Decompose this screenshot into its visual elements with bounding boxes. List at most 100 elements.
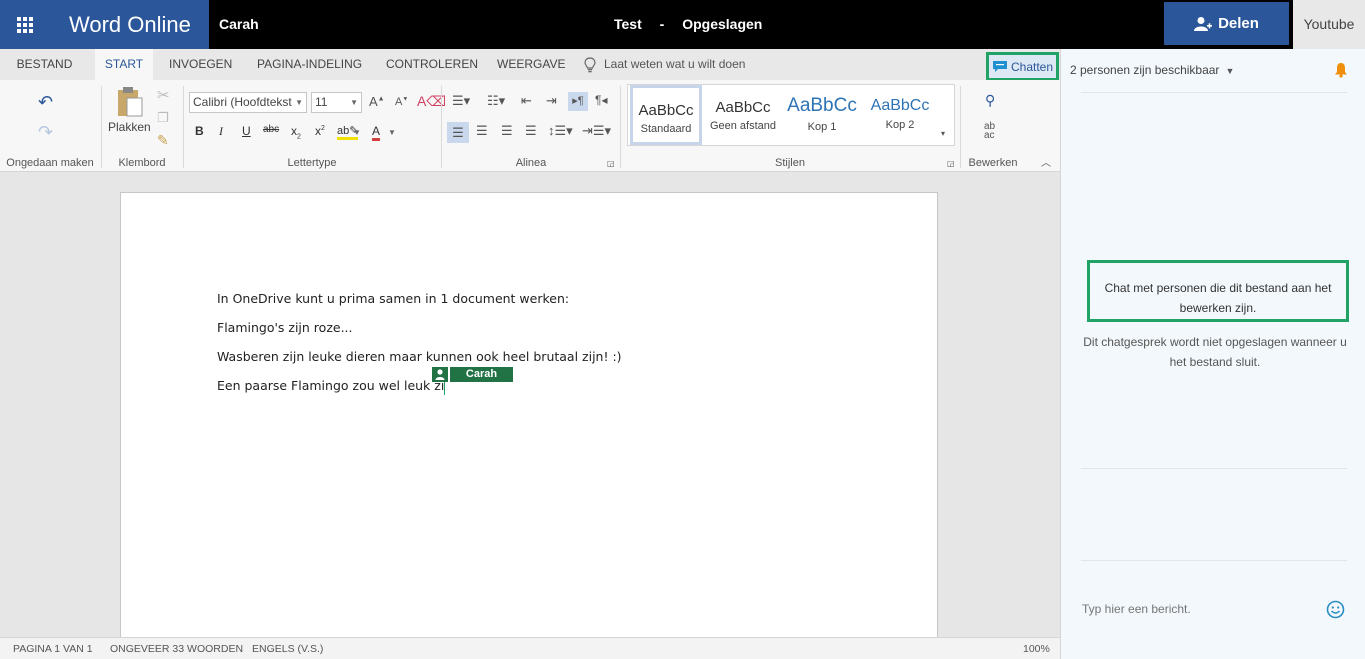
copy-icon[interactable]: ❐: [157, 110, 169, 126]
line-spacing-icon[interactable]: ↕☰▾: [548, 123, 573, 139]
grow-font-icon[interactable]: A▲: [369, 94, 385, 109]
style-kop-1[interactable]: AaBbCc Kop 1: [784, 85, 860, 145]
paragraph[interactable]: In OneDrive kunt u prima samen in 1 docu…: [217, 291, 569, 306]
redo-icon[interactable]: ↷: [38, 122, 53, 143]
font-color-icon[interactable]: A: [372, 124, 381, 141]
font-name-dropdown[interactable]: Calibri (Hoofdtekst ▼: [189, 92, 307, 113]
strikethrough-icon[interactable]: abc: [263, 124, 279, 135]
italic-icon[interactable]: I: [219, 124, 223, 139]
chat-message-input[interactable]: [1082, 602, 1302, 616]
app-launcher-button[interactable]: [0, 0, 49, 49]
ribbon-tabs: BESTAND START INVOEGEN PAGINA-INDELING C…: [0, 49, 1060, 80]
paragraph[interactable]: Flamingo's zijn roze...: [217, 320, 353, 335]
chevron-down-icon: ▼: [348, 93, 358, 112]
chat-divider: [1081, 468, 1347, 469]
underline-icon[interactable]: U: [242, 124, 251, 138]
justify-icon[interactable]: ☰: [525, 123, 537, 139]
ribbon-separator: [101, 86, 102, 168]
tell-me-search[interactable]: Laat weten wat u wilt doen: [584, 49, 745, 80]
document-page[interactable]: In OneDrive kunt u prima samen in 1 docu…: [120, 192, 938, 652]
tab-controleren[interactable]: CONTROLEREN: [386, 49, 478, 80]
dialog-launcher-icon[interactable]: ◲: [947, 159, 955, 168]
tell-me-label: Laat weten wat u wilt doen: [604, 57, 746, 71]
cut-icon[interactable]: ✂: [157, 86, 170, 104]
superscript-icon[interactable]: x2: [315, 124, 325, 138]
paragraph-current[interactable]: Een paarse Flamingo zou wel leuk zi: [217, 378, 446, 395]
bell-icon[interactable]: [1334, 62, 1348, 78]
style-geen-afstand[interactable]: AaBbCc Geen afstand: [706, 85, 780, 145]
increase-indent-icon[interactable]: ⇥: [546, 93, 557, 109]
document-name[interactable]: Test: [614, 16, 642, 32]
group-label-editing: Bewerken: [968, 157, 1018, 169]
align-right-icon[interactable]: ☰: [501, 123, 513, 139]
decrease-indent-icon[interactable]: ⇤: [521, 93, 532, 109]
tab-invoegen[interactable]: INVOEGEN: [169, 49, 232, 80]
shrink-font-icon[interactable]: A▼: [395, 96, 408, 108]
paste-icon[interactable]: [116, 86, 144, 118]
gallery-more-icon[interactable]: ▾: [941, 129, 945, 138]
app-name[interactable]: Word Online: [49, 0, 209, 49]
chat-button[interactable]: Chatten: [986, 52, 1059, 81]
emoji-icon[interactable]: [1326, 600, 1345, 619]
find-icon[interactable]: ⚲: [985, 92, 995, 109]
bullets-icon[interactable]: ☰▾: [452, 93, 470, 109]
style-sample: AaBbCc: [787, 95, 857, 116]
ltr-icon[interactable]: ▸¶: [568, 92, 588, 111]
paragraph-spacing-icon[interactable]: ⇥☰▾: [582, 123, 611, 139]
dialog-launcher-icon[interactable]: ◲: [607, 159, 615, 168]
chat-note: Dit chatgesprek wordt niet opgeslagen wa…: [1083, 335, 1347, 369]
chevron-down-icon: ▼: [1225, 66, 1235, 76]
paragraph[interactable]: Wasberen zijn leuke dieren maar kunnen o…: [217, 349, 622, 364]
collapse-ribbon-icon[interactable]: ︿: [1041, 154, 1051, 169]
zoom-level[interactable]: 100%: [1023, 643, 1050, 655]
group-label-font: Lettertype: [287, 157, 337, 169]
font-size-dropdown[interactable]: 11 ▼: [311, 92, 362, 113]
chat-info-message: Chat met personen die dit bestand aan he…: [1087, 260, 1349, 322]
share-button[interactable]: Delen: [1164, 2, 1289, 45]
align-center-icon[interactable]: ☰: [476, 123, 488, 139]
user-name[interactable]: Carah: [219, 0, 259, 49]
numbering-icon[interactable]: ☷▾: [487, 93, 505, 109]
tab-bestand[interactable]: BESTAND: [0, 49, 89, 80]
rtl-icon[interactable]: ¶◂: [595, 93, 607, 107]
style-name: Standaard: [640, 123, 692, 135]
paste-label[interactable]: Plakken: [108, 120, 151, 134]
format-painter-icon[interactable]: ✎: [157, 132, 169, 149]
status-bar: PAGINA 1 VAN 1 ONGEVEER 33 WOORDEN ENGEL…: [0, 637, 1060, 659]
available-people-dropdown[interactable]: 2 personen zijn beschikbaar ▼: [1070, 63, 1234, 77]
tab-pagina-indeling[interactable]: PAGINA-INDELING: [257, 49, 362, 80]
person-icon: [432, 367, 448, 382]
style-standaard[interactable]: AaBbCc Standaard: [630, 85, 702, 145]
subscript-icon[interactable]: x2: [291, 124, 301, 140]
ribbon-separator: [441, 86, 442, 168]
chat-pane: 2 personen zijn beschikbaar ▼ Chat met pe…: [1060, 49, 1365, 659]
undo-icon[interactable]: ↶: [38, 92, 53, 113]
chevron-down-icon[interactable]: ▼: [353, 128, 361, 137]
paragraph-text: Een paarse Flamingo zou wel leuk zi: [217, 378, 445, 393]
style-name: Kop 2: [885, 119, 915, 131]
chevron-down-icon: ▼: [293, 93, 303, 112]
save-status: Opgeslagen: [682, 16, 763, 32]
chat-button-label: Chatten: [1010, 59, 1054, 74]
ribbon: ↶ ↷ Ongedaan maken Plakken ✂ ❐ ✎ Klembor…: [0, 80, 1060, 172]
tab-weergave[interactable]: WEERGAVE: [497, 49, 565, 80]
group-label-paragraph: Alinea: [515, 157, 547, 169]
align-left-icon[interactable]: ☰: [447, 122, 469, 143]
group-label-styles: Stijlen: [775, 157, 805, 169]
style-name: Kop 1: [807, 121, 837, 133]
style-sample: AaBbCc: [638, 102, 694, 119]
language[interactable]: ENGELS (V.S.): [252, 643, 323, 655]
title-separator: -: [659, 16, 665, 32]
font-name-value: Calibri (Hoofdtekst: [193, 95, 292, 109]
style-kop-2[interactable]: AaBbCc Kop 2: [864, 85, 936, 145]
chevron-down-icon[interactable]: ▼: [388, 128, 396, 137]
replace-icon[interactable]: ab ac: [984, 122, 995, 141]
chat-divider: [1081, 560, 1347, 561]
lightbulb-icon: [584, 56, 596, 72]
word-count[interactable]: ONGEVEER 33 WOORDEN: [110, 643, 243, 655]
youtube-tab[interactable]: Youtube: [1293, 0, 1365, 49]
page-count: PAGINA 1 VAN 1: [13, 643, 93, 655]
bold-icon[interactable]: B: [195, 124, 204, 138]
tab-start[interactable]: START: [95, 49, 153, 80]
ribbon-separator: [620, 86, 621, 168]
